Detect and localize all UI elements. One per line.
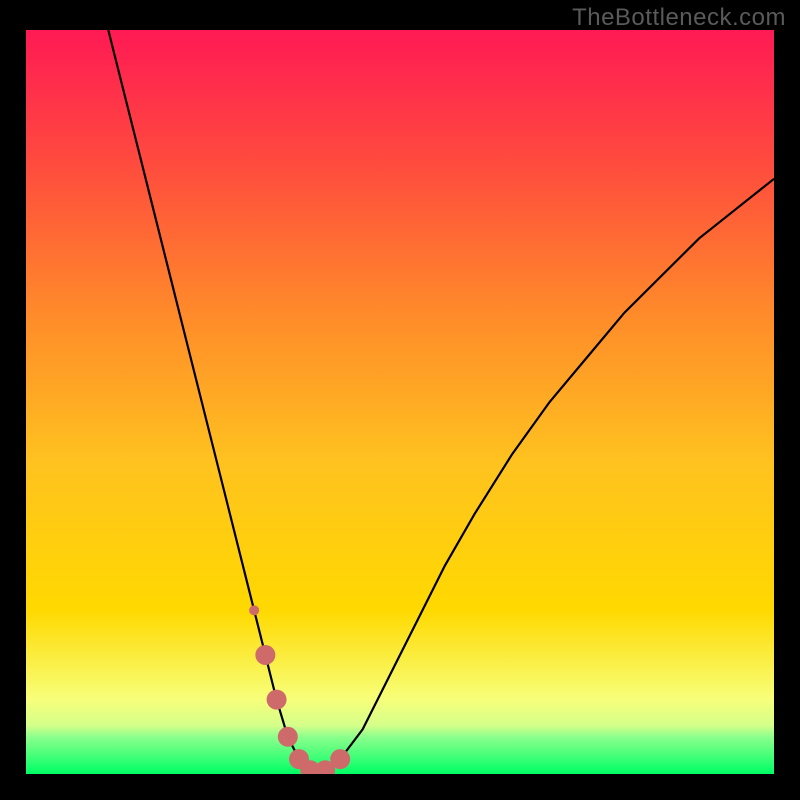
highlight-dot xyxy=(278,727,298,747)
chart-frame: TheBottleneck.com xyxy=(0,0,800,800)
watermark-text: TheBottleneck.com xyxy=(572,4,786,32)
gradient-background xyxy=(26,30,774,774)
highlight-dot xyxy=(330,749,350,769)
bottleneck-chart xyxy=(26,30,774,774)
highlight-dot xyxy=(255,645,275,665)
plot-area xyxy=(26,30,774,774)
highlight-dot xyxy=(249,605,259,615)
highlight-dot xyxy=(267,690,287,710)
